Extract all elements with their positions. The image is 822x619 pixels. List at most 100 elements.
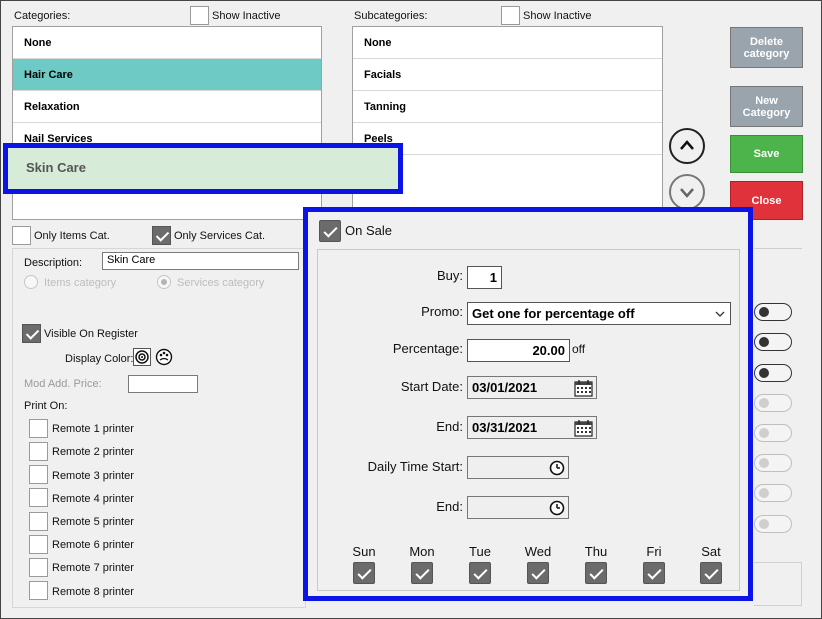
toggle-6[interactable] <box>754 454 792 472</box>
delete-category-button[interactable]: Delete category <box>730 27 803 68</box>
items-category-label: Items category <box>44 277 117 289</box>
remote-2-printer-label: Remote 2 printer <box>52 446 134 458</box>
categories-show-inactive-label: Show Inactive <box>212 10 281 22</box>
on-sale-panel: On Sale Buy: 1 Promo: Get one for percen… <box>303 207 753 601</box>
visible-on-register-checkbox[interactable] <box>22 324 41 343</box>
on-sale-title: On Sale <box>345 223 392 238</box>
subcategory-item-tanning[interactable]: Tanning <box>353 91 662 123</box>
new-category-button[interactable]: New Category <box>730 86 803 127</box>
day-label-fri: Fri <box>646 544 662 559</box>
mod-add-price-input[interactable] <box>128 375 198 393</box>
subcategories-show-inactive-checkbox[interactable] <box>501 6 520 25</box>
percentage-label: Percentage: <box>392 341 463 356</box>
daily-time-start-input[interactable] <box>467 456 569 479</box>
palette-icon[interactable] <box>155 348 173 366</box>
category-item-skin-care-highlight[interactable]: Skin Care <box>3 143 403 194</box>
subcategory-item-none[interactable]: None <box>353 27 662 59</box>
clock-icon[interactable] <box>549 500 565 516</box>
categories-show-inactive-checkbox[interactable] <box>190 6 209 25</box>
subcategories-show-inactive-label: Show Inactive <box>523 10 592 22</box>
remote-8-printer-checkbox[interactable] <box>29 581 48 600</box>
remote-6-printer-checkbox[interactable] <box>29 535 48 554</box>
start-date-label: Start Date: <box>400 379 463 394</box>
only-items-checkbox[interactable] <box>12 226 31 245</box>
buy-input[interactable]: 1 <box>467 266 502 289</box>
subcategories-label: Subcategories: <box>354 10 428 22</box>
right-divider <box>754 248 802 249</box>
remote-4-printer-checkbox[interactable] <box>29 488 48 507</box>
toggle-5[interactable] <box>754 424 792 442</box>
toggle-2[interactable] <box>754 333 792 351</box>
remote-3-printer-checkbox[interactable] <box>29 465 48 484</box>
day-checkbox-sun[interactable] <box>353 562 375 584</box>
remote-1-printer-label: Remote 1 printer <box>52 423 134 435</box>
remote-7-printer-checkbox[interactable] <box>29 558 48 577</box>
display-color-label: Display Color: <box>65 353 134 365</box>
services-category-radio[interactable] <box>157 275 171 289</box>
remote-4-printer-label: Remote 4 printer <box>52 493 134 505</box>
day-label-mon: Mon <box>409 544 435 559</box>
remote-5-printer-checkbox[interactable] <box>29 512 48 531</box>
move-down-button[interactable] <box>669 174 705 210</box>
toggle-4[interactable] <box>754 394 792 412</box>
daily-time-end-input[interactable] <box>467 496 569 519</box>
color-target-icon <box>135 350 149 364</box>
day-label-sat: Sat <box>701 544 721 559</box>
services-category-label: Services category <box>177 277 265 289</box>
toggle-8[interactable] <box>754 515 792 533</box>
clock-icon[interactable] <box>549 460 565 476</box>
start-date-input[interactable]: 03/01/2021 <box>467 376 597 399</box>
day-checkbox-fri[interactable] <box>643 562 665 584</box>
mod-add-price-label: Mod Add. Price: <box>24 378 102 390</box>
percentage-input[interactable]: 20.00 <box>467 339 570 362</box>
remote-3-printer-label: Remote 3 printer <box>52 470 134 482</box>
categories-label: Categories: <box>14 10 71 22</box>
percentage-suffix: off <box>572 342 586 356</box>
print-on-label: Print On: <box>24 400 68 412</box>
toggle-7[interactable] <box>754 484 792 502</box>
category-item-none[interactable]: None <box>13 27 321 59</box>
promo-selected-value: Get one for percentage off <box>472 306 635 321</box>
toggle-1[interactable] <box>754 303 792 321</box>
remote-8-printer-label: Remote 8 printer <box>52 586 134 598</box>
promo-label: Promo: <box>421 304 463 319</box>
items-category-radio[interactable] <box>24 275 38 289</box>
calendar-icon[interactable] <box>574 419 593 437</box>
on-sale-checkbox[interactable] <box>319 220 341 242</box>
remote-2-printer-checkbox[interactable] <box>29 442 48 461</box>
buy-label: Buy: <box>436 268 463 283</box>
day-label-thu: Thu <box>584 544 608 559</box>
category-item-relaxation[interactable]: Relaxation <box>13 91 321 123</box>
remote-7-printer-label: Remote 7 printer <box>52 562 134 574</box>
save-button[interactable]: Save <box>730 135 803 173</box>
daily-time-start-label: Daily Time Start: <box>367 459 463 474</box>
end-date-label: End: <box>436 419 463 434</box>
chevron-down-icon <box>715 311 725 317</box>
day-checkbox-wed[interactable] <box>527 562 549 584</box>
visible-on-register-label: Visible On Register <box>44 328 138 340</box>
arrow-down-icon <box>680 188 694 198</box>
only-services-checkbox[interactable] <box>152 226 171 245</box>
calendar-icon[interactable] <box>574 379 593 397</box>
category-item-hair-care[interactable]: Hair Care <box>13 59 321 91</box>
right-box <box>754 562 802 606</box>
day-checkbox-sat[interactable] <box>700 562 722 584</box>
end-date-input[interactable]: 03/31/2021 <box>467 416 597 439</box>
description-label: Description: <box>24 257 83 269</box>
toggle-3[interactable] <box>754 364 792 382</box>
move-up-button[interactable] <box>669 128 705 164</box>
day-checkbox-mon[interactable] <box>411 562 433 584</box>
day-checkbox-tue[interactable] <box>469 562 491 584</box>
color-swatch-button[interactable] <box>133 348 151 366</box>
day-checkbox-thu[interactable] <box>585 562 607 584</box>
day-label-wed: Wed <box>524 544 552 559</box>
only-items-label: Only Items Cat. <box>34 230 110 242</box>
arrow-up-icon <box>680 140 694 150</box>
promo-select[interactable]: Get one for percentage off <box>467 302 731 325</box>
remote-5-printer-label: Remote 5 printer <box>52 516 134 528</box>
description-input[interactable]: Skin Care <box>102 252 299 270</box>
day-label-sun: Sun <box>352 544 376 559</box>
subcategory-item-facials[interactable]: Facials <box>353 59 662 91</box>
start-date-value: 03/01/2021 <box>472 380 538 395</box>
remote-1-printer-checkbox[interactable] <box>29 419 48 438</box>
